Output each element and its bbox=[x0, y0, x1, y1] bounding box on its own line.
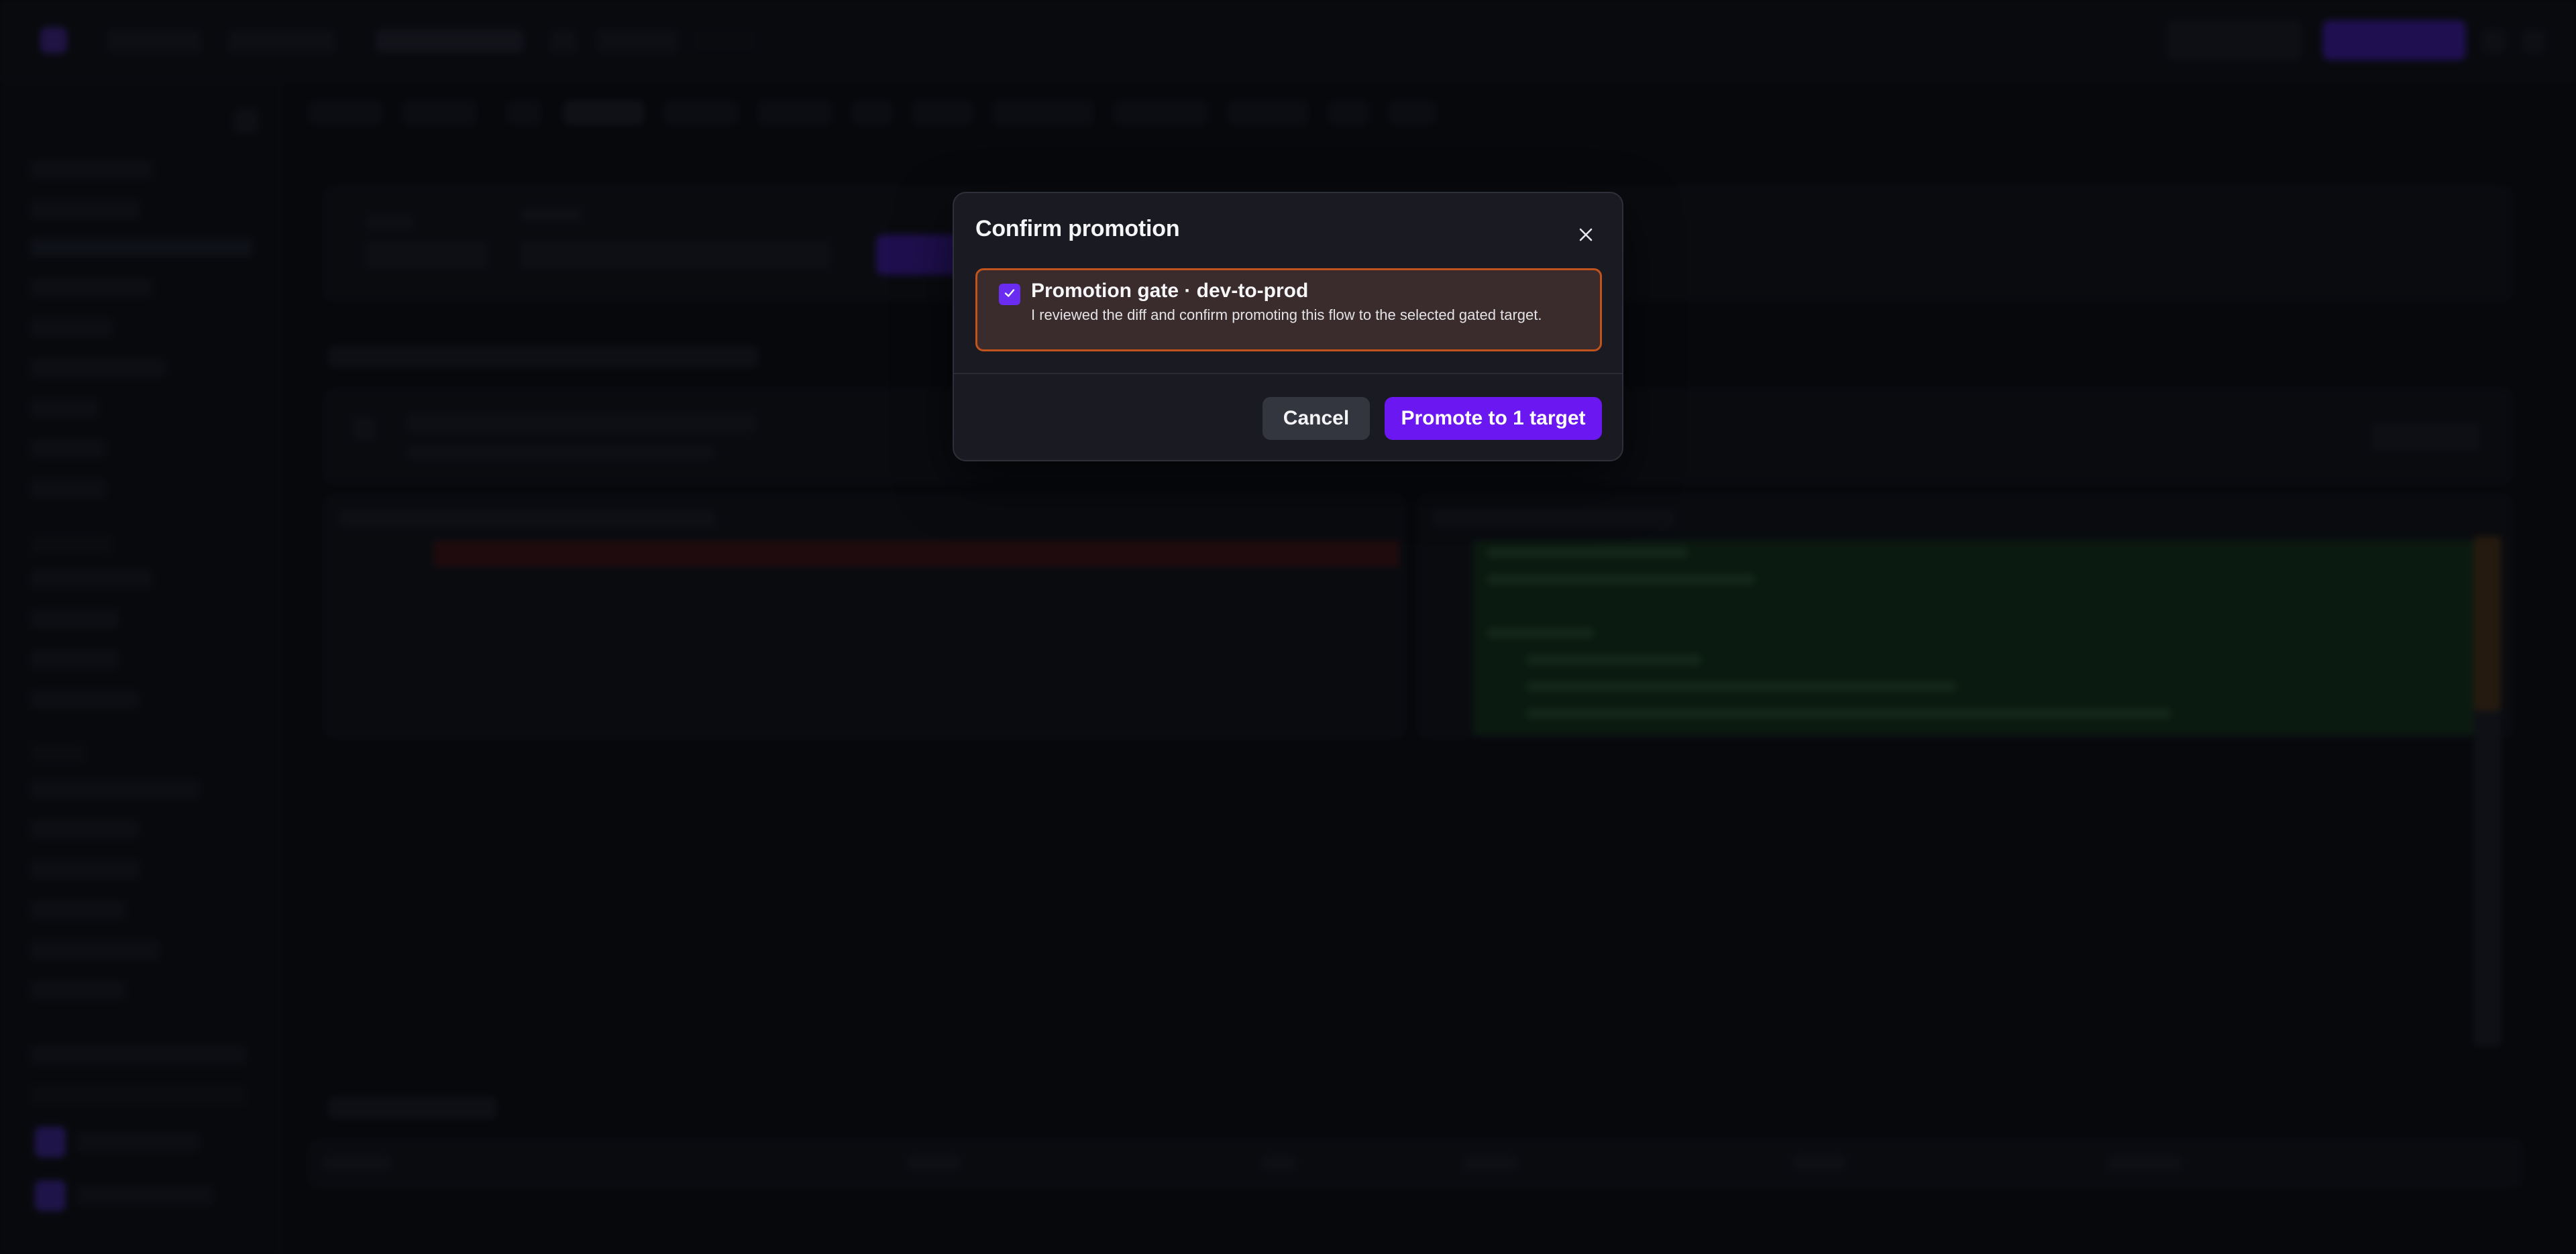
cancel-button[interactable]: Cancel bbox=[1263, 397, 1370, 440]
dialog-title: Confirm promotion bbox=[975, 216, 1180, 241]
close-icon bbox=[1578, 227, 1594, 246]
promote-button[interactable]: Promote to 1 target bbox=[1385, 397, 1602, 440]
gate-checkbox[interactable] bbox=[999, 284, 1020, 305]
dialog-divider bbox=[954, 373, 1622, 374]
checkmark-icon bbox=[1003, 286, 1016, 303]
gate-title: Promotion gate · dev-to-prod bbox=[1031, 280, 1309, 302]
close-button[interactable] bbox=[1570, 220, 1602, 252]
confirm-promotion-dialog: Confirm promotion Promotion gate · dev-t… bbox=[953, 192, 1623, 461]
gate-description: I reviewed the diff and confirm promotin… bbox=[1031, 306, 1542, 323]
promotion-gate-confirmation[interactable]: Promotion gate · dev-to-prod I reviewed … bbox=[975, 268, 1602, 351]
modal-backdrop[interactable] bbox=[0, 0, 2576, 1254]
